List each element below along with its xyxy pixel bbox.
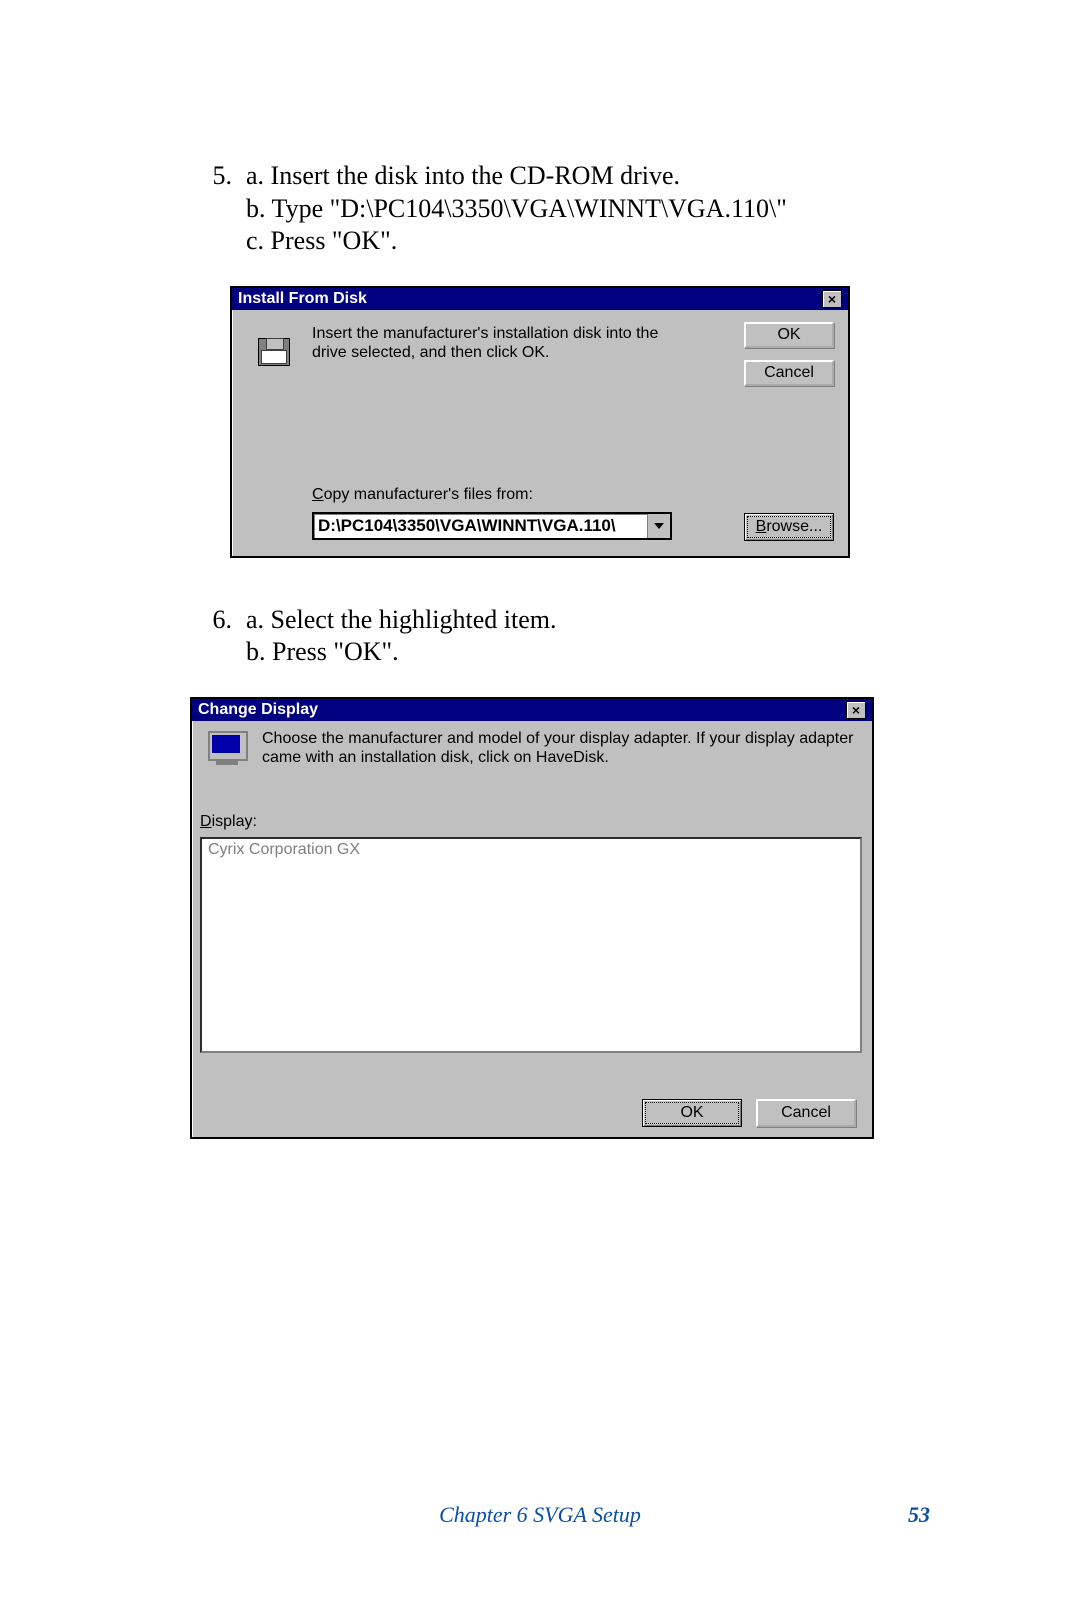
ok-button[interactable]: OK	[744, 322, 834, 348]
dialog-title: Install From Disk	[238, 290, 822, 308]
list-item[interactable]: Cyrix Corporation GX	[208, 841, 854, 859]
page-number: 53	[908, 1502, 930, 1528]
step-line: b. Press "OK".	[246, 636, 945, 669]
display-listbox[interactable]: Cyrix Corporation GX	[200, 837, 862, 1053]
chapter-label: Chapter 6 SVGA Setup	[439, 1502, 641, 1527]
chevron-down-icon[interactable]	[647, 514, 670, 538]
change-display-dialog: Change Display × Choose the manufacturer…	[190, 697, 874, 1139]
dialog-message: Insert the manufacturer's installation d…	[312, 324, 682, 362]
step-body: a. Insert the disk into the CD-ROM drive…	[246, 160, 945, 258]
document-page: 5. a. Insert the disk into the CD-ROM dr…	[0, 0, 1080, 1618]
step-5: 5. a. Insert the disk into the CD-ROM dr…	[190, 160, 945, 258]
copy-from-label-text: opy manufacturer's files from:	[324, 486, 533, 503]
dialog-body: Insert the manufacturer's installation d…	[232, 310, 848, 556]
dialog-title: Change Display	[198, 701, 846, 719]
copy-from-label: Copy manufacturer's files from:	[312, 486, 712, 504]
browse-button[interactable]: Browse...	[744, 513, 834, 541]
step-line: a. Insert the disk into the CD-ROM drive…	[246, 160, 945, 193]
step-line: b. Type "D:\PC104\3350\VGA\WINNT\VGA.110…	[246, 193, 945, 226]
step-6: 6. a. Select the highlighted item. b. Pr…	[190, 604, 945, 669]
cancel-button[interactable]: Cancel	[756, 1099, 856, 1127]
step-line: a. Select the highlighted item.	[246, 604, 945, 637]
page-footer: Chapter 6 SVGA Setup 53	[0, 1502, 1080, 1528]
close-icon[interactable]: ×	[846, 701, 866, 719]
monitor-icon	[206, 731, 248, 767]
title-bar: Change Display ×	[192, 699, 872, 721]
cancel-button[interactable]: Cancel	[744, 360, 834, 386]
path-combobox[interactable]: D:\PC104\3350\VGA\WINNT\VGA.110\	[312, 512, 672, 540]
path-value: D:\PC104\3350\VGA\WINNT\VGA.110\	[314, 516, 647, 536]
title-bar: Install From Disk ×	[232, 288, 848, 310]
install-from-disk-dialog: Install From Disk × Insert the manufactu…	[230, 286, 850, 558]
ok-button[interactable]: OK	[642, 1099, 742, 1127]
step-number: 5.	[190, 160, 246, 258]
display-listbox-label: Display:	[200, 813, 257, 831]
step-line: c. Press "OK".	[246, 225, 945, 258]
dialog-body: Choose the manufacturer and model of you…	[192, 721, 872, 1137]
close-icon[interactable]: ×	[822, 290, 842, 308]
step-number: 6.	[190, 604, 246, 669]
step-body: a. Select the highlighted item. b. Press…	[246, 604, 945, 669]
dialog-message: Choose the manufacturer and model of you…	[262, 729, 858, 767]
floppy-icon	[252, 334, 296, 368]
